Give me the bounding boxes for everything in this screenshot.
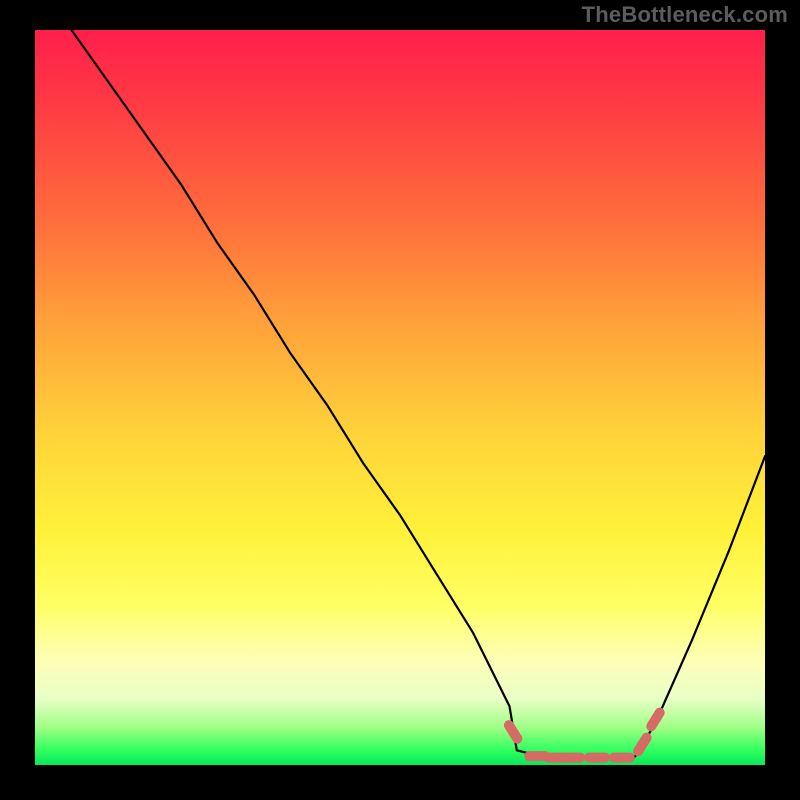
bottleneck-curve [72,30,766,758]
curve-marker [631,731,653,758]
curve-marker [559,753,585,763]
curve-marker [644,706,666,733]
bottleneck-curve-svg [35,30,765,765]
curve-marker [584,753,610,763]
curve-marker [609,753,635,763]
chart-frame: TheBottleneck.com [0,0,800,800]
marker-group [502,706,667,763]
watermark-text: TheBottleneck.com [582,2,788,28]
plot-area [35,30,765,765]
